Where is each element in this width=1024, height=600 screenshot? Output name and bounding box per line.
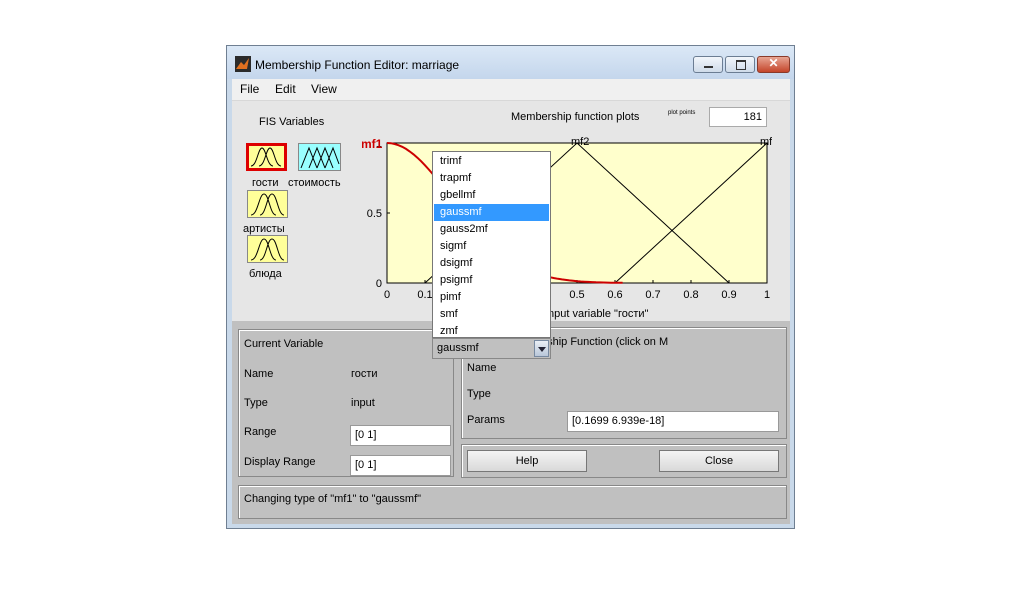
variable-name-label: Name [244,368,274,380]
dropdown-option-trimf[interactable]: trimf [434,153,549,170]
x-tick-label: 0.7 [645,289,660,301]
variable-box-artisty[interactable] [247,190,288,218]
dropdown-option-sigmf[interactable]: sigmf [434,238,549,255]
mf-type-label: Type [467,388,491,400]
help-button[interactable]: Help [467,450,587,472]
dropdown-option-gbellmf[interactable]: gbellmf [434,187,549,204]
x-tick-label: 0.1 [417,289,432,301]
close-icon: ✕ [768,56,779,70]
status-panel: Changing type of "mf1" to "gaussmf" [238,485,787,519]
minimize-button[interactable] [693,56,723,73]
y-tick-label: 0.5 [367,208,382,220]
variable-box-stoimost[interactable] [298,143,341,171]
close-button[interactable]: Close [659,450,779,472]
x-tick-label: 0.6 [607,289,622,301]
x-axis-label: input variable "гости" [546,308,649,320]
window-title: Membership Function Editor: marriage [255,58,460,72]
menu-view[interactable]: View [311,82,337,96]
mf-params-label: Params [467,414,505,426]
plot-points-input[interactable]: 181 [709,107,767,127]
variable-label-gosti: гости [252,177,279,189]
mf-type-select[interactable]: gaussmf [432,338,551,359]
title-bar[interactable]: Membership Function Editor: marriage ✕ [227,46,794,79]
mf-params-input[interactable]: [0.1699 6.939e-18] [567,411,779,432]
variable-type-label: Type [244,397,268,409]
maximize-button[interactable] [725,56,755,73]
dropdown-option-trapmf[interactable]: trapmf [434,170,549,187]
range-input[interactable]: [0 1] [350,425,451,446]
dropdown-option-gauss2mf[interactable]: gauss2mf [434,221,549,238]
status-text: Changing type of "mf1" to "gaussmf" [244,493,422,505]
variable-type-value: input [351,397,375,409]
dropdown-option-psigmf[interactable]: psigmf [434,272,549,289]
x-tick-label: 0.8 [683,289,698,301]
current-variable-title: Current Variable [244,338,324,350]
mf-name-label: Name [467,362,497,374]
close-window-button[interactable]: ✕ [757,56,790,73]
mf2-label: mf2 [571,136,589,148]
menu-bar: File Edit View [232,79,790,101]
fis-variables-title: FIS Variables [259,116,325,128]
variable-box-blyuda[interactable] [247,235,288,263]
triangle-mf-icon [300,146,340,169]
mf-type-dropdown-list: trimf trapmf gbellmf gaussmf gauss2mf sigmf ds… [432,151,551,338]
membership-function-plot[interactable]: 00.10.20.30.40.50.60.70.80.91 00.51 mf1 … [362,129,772,321]
buttons-panel: Help Close [461,444,787,478]
variable-label-artisty: артисты [243,223,285,235]
plot-points-label: plot points [668,110,696,116]
menu-edit[interactable]: Edit [275,82,296,96]
plot-title: Membership function plots [511,111,640,123]
display-range-label: Display Range [244,456,316,468]
mf3-label: mf3 [760,136,772,148]
variable-label-blyuda: блюда [249,268,282,280]
variable-box-gosti[interactable] [246,143,287,171]
menu-file[interactable]: File [240,82,259,96]
variable-name-value: гости [351,368,378,380]
gaussian-mf-icon [250,147,282,167]
y-tick-label: 0 [376,278,382,290]
gaussian-mf-icon [250,238,285,261]
matlab-icon [235,56,251,72]
x-tick-label: 0.5 [569,289,584,301]
gaussian-mf-icon [250,193,285,216]
x-tick-label: 0.9 [721,289,736,301]
dropdown-option-gaussmf[interactable]: gaussmf [434,204,549,221]
mf-type-selected-value: gaussmf [437,342,479,354]
variable-label-stoimost: стоимость [288,177,341,189]
dropdown-option-dsigmf[interactable]: dsigmf [434,255,549,272]
display-range-input[interactable]: [0 1] [350,455,451,476]
range-label: Range [244,426,277,438]
mf1-label: mf1 [362,137,383,151]
dropdown-option-smf[interactable]: smf [434,306,549,323]
dropdown-option-pimf[interactable]: pimf [434,289,549,306]
current-variable-panel: Current Variable Name гости Type input R… [238,329,454,477]
x-tick-label: 1 [764,289,770,301]
chevron-down-icon[interactable] [534,340,549,357]
x-tick-label: 0 [384,289,390,301]
